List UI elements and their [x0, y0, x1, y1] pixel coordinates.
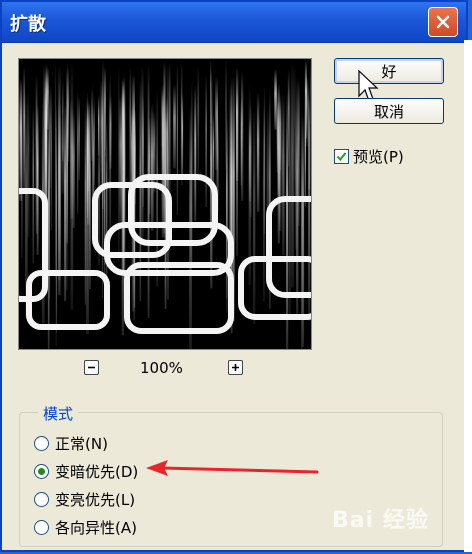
diffusion-streak	[77, 90, 79, 214]
diffusion-streak	[86, 96, 89, 335]
diffusion-streak	[296, 77, 299, 314]
checkmark-icon	[336, 152, 347, 162]
radio-button[interactable]	[34, 436, 49, 451]
preview-checkbox[interactable]	[334, 149, 349, 164]
preview-checkbox-label: 预览(P)	[353, 148, 404, 166]
ok-button[interactable]: 好	[334, 58, 444, 84]
ok-button-label: 好	[381, 62, 397, 81]
diffusion-streak	[142, 96, 144, 208]
diffusion-streak	[306, 74, 309, 147]
diffusion-streak	[197, 66, 200, 177]
mode-option-label: 正常(N)	[55, 435, 108, 453]
preview-image[interactable]	[6, 58, 332, 359]
diffusion-streak	[248, 118, 251, 202]
zoom-in-button[interactable]	[228, 360, 243, 375]
diffusion-streak	[262, 103, 265, 302]
diffusion-streak	[253, 104, 256, 324]
diffusion-streak	[58, 66, 61, 296]
mode-option-darken-only[interactable]: 变暗优先(D)	[34, 461, 138, 482]
diffusion-streak	[291, 61, 294, 288]
diffusion-streak	[161, 83, 165, 238]
diffusion-streak	[72, 109, 75, 228]
mode-option-label: 变暗优先(D)	[55, 463, 139, 481]
diffusion-streak	[256, 92, 260, 212]
diffusion-streak	[109, 95, 112, 169]
diffusion-streak	[194, 85, 197, 221]
diffusion-streak	[19, 77, 22, 201]
diffusion-streak	[89, 102, 91, 289]
diffusion-streak	[276, 102, 279, 173]
title-bar[interactable]: 扩散	[2, 2, 466, 43]
diffusion-streak	[301, 106, 303, 354]
diffusion-streak	[94, 96, 95, 185]
diffusion-streak	[279, 99, 282, 231]
diffusion-streak	[32, 105, 34, 264]
radio-selected-dot	[38, 468, 45, 475]
diffusion-streak	[225, 105, 229, 313]
diffusion-streak	[27, 88, 30, 238]
diffusion-streak	[205, 75, 207, 207]
preview-checkbox-row[interactable]: 预览(P)	[334, 146, 404, 167]
diffusion-streak	[287, 69, 290, 167]
diffusion-streak	[56, 102, 58, 333]
diffusion-streak	[282, 92, 285, 256]
diffusion-streak	[165, 97, 168, 187]
zoom-out-icon	[88, 366, 95, 369]
mode-option-lighten-only[interactable]: 变亮优先(L)	[34, 489, 135, 510]
diffusion-streak	[176, 62, 178, 215]
diffusion-streak	[132, 74, 135, 197]
zoom-level: 100%	[140, 359, 183, 377]
watermark: Bai 经验	[332, 508, 429, 533]
radio-button[interactable]	[34, 492, 49, 507]
diffusion-streak	[150, 103, 154, 231]
diffusion-streak	[65, 67, 68, 291]
zoom-controls: 100%	[84, 358, 248, 378]
radio-button[interactable]	[34, 464, 49, 479]
diffusion-streak	[78, 96, 80, 181]
diffusion-streak	[106, 115, 108, 296]
diffusion-streak	[119, 93, 122, 222]
cancel-button-label: 取消	[373, 102, 404, 121]
diffusion-streak	[153, 110, 156, 193]
zoom-in-icon	[232, 364, 239, 371]
mode-option-label: 变亮优先(L)	[55, 491, 136, 509]
dialog-title: 扩散	[10, 14, 46, 35]
diffusion-streak	[55, 59, 57, 279]
mode-option-normal[interactable]: 正常(N)	[34, 433, 108, 454]
diffusion-streak	[91, 88, 93, 162]
diffusion-streak	[236, 90, 238, 256]
diffusion-streak	[70, 99, 73, 219]
mode-option-anisotropic[interactable]: 各向异性(A)	[34, 517, 137, 538]
diffuse-dialog: 扩散 100% 好 取消 预览(P) 模式 正常(N) 变暗优先(D) 变亮优先…	[0, 0, 468, 552]
background-window-edge	[464, 40, 472, 552]
diffusion-streak	[147, 63, 150, 318]
zoom-out-button[interactable]	[84, 360, 99, 375]
radio-button[interactable]	[34, 520, 49, 535]
diffusion-streak	[23, 66, 26, 192]
diffusion-streak	[47, 105, 50, 351]
diffusion-streak	[181, 93, 184, 178]
diffused-preview-graphic	[6, 59, 332, 359]
annotation-arrow-icon	[146, 460, 319, 476]
diffusion-streak	[173, 84, 176, 169]
mode-option-label: 各向异性(A)	[55, 519, 137, 537]
cancel-button[interactable]: 取消	[334, 98, 444, 124]
close-button[interactable]	[428, 7, 458, 37]
mode-group-legend: 模式	[38, 403, 79, 424]
diffusion-streak	[129, 67, 131, 201]
diffusion-streak	[294, 64, 296, 195]
diffusion-streak	[118, 65, 120, 263]
diffusion-streak	[35, 74, 38, 234]
diffusion-streak	[216, 91, 218, 199]
diffusion-streak	[61, 117, 64, 194]
diffusion-streak	[274, 69, 277, 130]
close-icon	[436, 15, 450, 29]
diffusion-streak	[241, 71, 244, 201]
diffusion-streak	[123, 83, 126, 275]
